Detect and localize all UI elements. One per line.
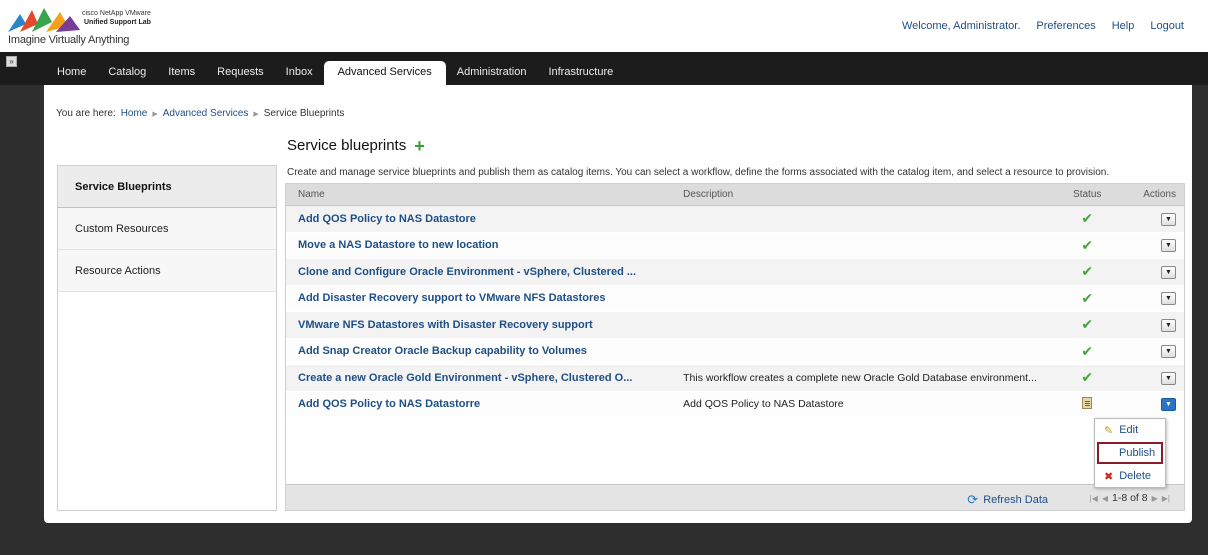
publish-label: Publish [1119,447,1156,459]
page-title-text: Service blueprints [287,137,407,154]
row-actions-dropdown-icon[interactable]: ▼ [1161,239,1176,253]
edit-menu-item[interactable]: ✎ Edit [1095,419,1165,441]
row-actions-dropdown-icon[interactable]: ▼ [1161,371,1176,385]
tab-advanced-services[interactable]: Advanced Services [323,61,446,85]
pencil-icon: ✎ [1104,424,1114,437]
row-name[interactable]: Add QOS Policy to NAS Datastore [286,213,675,225]
blueprints-table: Name Description Status Actions Add QOS … [285,183,1185,511]
row-actions-menu: ✎ Edit Publish ✖ Delete [1094,418,1166,488]
refresh-label: Refresh Data [983,494,1048,506]
row-name[interactable]: Add QOS Policy to NAS Datastorre [286,398,675,410]
row-description: Add QOS Policy to NAS Datastore [683,398,844,411]
refresh-icon: ⟳ [967,492,979,507]
welcome-text: Welcome, Administrator. [902,20,1021,32]
tab-administration[interactable]: Administration [446,61,538,85]
brand-partners: cisco NetApp VMware [82,10,151,17]
draft-status-icon [1056,396,1118,412]
row-name[interactable]: Move a NAS Datastore to new location [286,239,675,251]
page-description: Create and manage service blueprints and… [287,167,1110,178]
top-header: cisco NetApp VMware Unified Support Lab … [0,0,1208,52]
breadcrumb-current: Service Blueprints [263,108,345,119]
table-row[interactable]: VMware NFS Datastores with Disaster Reco… [286,312,1184,339]
sidebar-item-service-blueprints[interactable]: Service Blueprints [58,166,276,208]
prev-page-icon[interactable]: ◀ [1102,494,1108,503]
delete-icon: ✖ [1104,470,1114,483]
next-page-icon[interactable]: ▶ [1152,494,1158,503]
row-actions-dropdown-icon[interactable]: ▼ [1161,318,1176,332]
tagline: Imagine Virtually Anything [8,34,130,46]
refresh-data-button[interactable]: ⟳ Refresh Data [967,492,1048,508]
row-name[interactable]: VMware NFS Datastores with Disaster Reco… [286,319,675,331]
table-header: Name Description Status Actions [286,184,1184,206]
row-description: This workflow creates a complete new Ora… [683,371,1037,384]
breadcrumb-advanced-services[interactable]: Advanced Services [163,108,249,119]
row-actions-dropdown-icon[interactable]: ▼ [1161,212,1176,226]
row-name[interactable]: Add Disaster Recovery support to VMware … [286,292,675,304]
sidebar-item-resource-actions[interactable]: Resource Actions [58,250,276,292]
table-body: Add QOS Policy to NAS Datastore ✔ ▼ Move… [286,206,1184,418]
tab-requests[interactable]: Requests [206,61,274,85]
preferences-link[interactable]: Preferences [1036,20,1095,32]
row-actions-dropdown-icon[interactable]: ▼ [1161,292,1176,306]
published-status-icon: ✔ [1081,210,1094,227]
add-blueprint-icon[interactable]: + [414,137,425,155]
row-actions-dropdown-icon[interactable]: ▼ [1161,345,1176,359]
breadcrumb: You are here: Home ▶ Advanced Services ▶… [56,108,344,119]
published-status-icon: ✔ [1081,316,1094,333]
publish-menu-item[interactable]: Publish [1097,442,1163,464]
table-row[interactable]: Add Disaster Recovery support to VMware … [286,285,1184,312]
breadcrumb-separator-icon: ▶ [253,110,259,118]
logout-link[interactable]: Logout [1150,20,1184,32]
breadcrumb-separator-icon: ▶ [152,110,158,118]
expand-panel-icon[interactable]: » [6,56,17,67]
row-name[interactable]: Create a new Oracle Gold Environment - v… [286,372,675,384]
published-status-icon: ✔ [1081,342,1094,359]
last-page-icon[interactable]: ▶| [1162,494,1170,503]
breadcrumb-home[interactable]: Home [121,108,148,119]
table-footer: ⟳ Refresh Data |◀ ◀ 1-8 of 8 ▶ ▶| [286,484,1184,510]
column-status[interactable]: Status [1056,189,1118,200]
first-page-icon[interactable]: |◀ [1090,494,1098,503]
pager: |◀ ◀ 1-8 of 8 ▶ ▶| [1090,492,1170,504]
table-row[interactable]: Add QOS Policy to NAS Datastore ✔ ▼ [286,206,1184,233]
tab-infrastructure[interactable]: Infrastructure [537,61,624,85]
tab-home[interactable]: Home [46,61,97,85]
column-description[interactable]: Description [675,189,1056,200]
delete-menu-item[interactable]: ✖ Delete [1095,465,1165,487]
column-name[interactable]: Name [286,189,675,200]
tab-items[interactable]: Items [157,61,206,85]
sidebar-item-custom-resources[interactable]: Custom Resources [58,208,276,250]
row-actions-dropdown-icon[interactable]: ▼ [1161,398,1176,412]
help-link[interactable]: Help [1112,20,1135,32]
published-status-icon: ✔ [1081,369,1094,386]
breadcrumb-prefix: You are here: [56,108,116,119]
published-status-icon: ✔ [1081,263,1094,280]
row-actions-dropdown-icon[interactable]: ▼ [1161,265,1176,279]
row-name[interactable]: Clone and Configure Oracle Environment -… [286,266,675,278]
page-title: Service blueprints + [287,137,425,155]
tab-inbox[interactable]: Inbox [275,61,324,85]
logo-graphic [8,8,80,32]
user-links: Welcome, Administrator. Preferences Help… [902,20,1184,32]
published-status-icon: ✔ [1081,236,1094,253]
brand-lab-name: Unified Support Lab [84,19,151,26]
table-row[interactable]: Add QOS Policy to NAS Datastorre Add QOS… [286,391,1184,418]
published-status-icon: ✔ [1081,289,1094,306]
tab-catalog[interactable]: Catalog [97,61,157,85]
sidebar: Service Blueprints Custom Resources Reso… [57,165,277,511]
row-name[interactable]: Add Snap Creator Oracle Backup capabilit… [286,345,675,357]
main-nav: » Home Catalog Items Requests Inbox Adva… [0,52,1208,85]
table-row[interactable]: Add Snap Creator Oracle Backup capabilit… [286,338,1184,365]
column-actions: Actions [1143,189,1176,200]
company-logo: cisco NetApp VMware Unified Support Lab … [6,4,206,48]
table-row[interactable]: Clone and Configure Oracle Environment -… [286,259,1184,286]
nav-tabs: Home Catalog Items Requests Inbox Advanc… [46,61,624,85]
pager-text: 1-8 of 8 [1112,492,1148,504]
edit-label: Edit [1119,424,1139,436]
table-row[interactable]: Move a NAS Datastore to new location ✔ ▼ [286,232,1184,259]
delete-label: Delete [1119,470,1152,482]
table-row[interactable]: Create a new Oracle Gold Environment - v… [286,365,1184,392]
content-panel: You are here: Home ▶ Advanced Services ▶… [44,85,1192,523]
